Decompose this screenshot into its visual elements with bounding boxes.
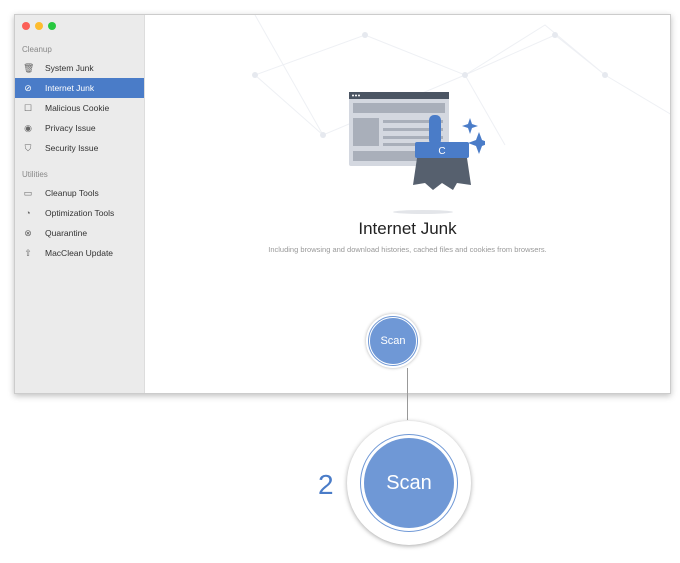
shield-icon: ⛉ (24, 142, 32, 153)
minimize-button[interactable] (35, 22, 43, 30)
close-button[interactable] (22, 22, 30, 30)
sidebar-item-malicious-cookie[interactable]: ☐ Malicious Cookie (15, 98, 144, 118)
sidebar-item-quarantine[interactable]: ⊗ Quarantine (15, 223, 144, 243)
zoom-button[interactable] (48, 22, 56, 30)
window-controls (22, 22, 56, 30)
sidebar-item-cleanup-tools[interactable]: ▭ Cleanup Tools (15, 183, 144, 203)
gauge-icon: ◔ (25, 208, 31, 218)
arrow-up-icon: ⇧ (24, 247, 32, 258)
cookie-jar-icon: ☐ (23, 102, 33, 113)
sidebar-item-security-issue[interactable]: ⛉ Security Issue (15, 138, 144, 158)
sidebar-item-macclean-update[interactable]: ⇧ MacClean Update (15, 243, 144, 263)
page-subtitle: Including browsing and download historie… (268, 245, 547, 254)
svg-text:C: C (438, 146, 445, 157)
scan-button[interactable]: Scan (366, 314, 420, 368)
page-title: Internet Junk (358, 219, 457, 238)
section-label-utilities: Utilities (22, 170, 48, 179)
internet-junk-illustration: C (349, 92, 485, 214)
callout-connector (407, 368, 408, 420)
trash-icon: 🗑 (23, 62, 35, 73)
sidebar-item-privacy-issue[interactable]: ◉ Privacy Issue (15, 118, 144, 138)
scan-button-callout[interactable]: Scan (347, 421, 471, 545)
app-window: Cleanup 🗑 System Junk ⊘ Internet Junk ☐ Mal… (14, 14, 671, 394)
compass-icon: ⊘ (24, 82, 32, 93)
biohazard-icon: ⊗ (24, 227, 32, 238)
eye-icon: ◉ (24, 122, 32, 133)
sidebar-item-system-junk[interactable]: 🗑 System Junk (15, 58, 144, 78)
sidebar: Cleanup 🗑 System Junk ⊘ Internet Junk ☐ Mal… (15, 15, 145, 393)
section-label-cleanup: Cleanup (22, 45, 52, 54)
sidebar-item-internet-junk[interactable]: ⊘ Internet Junk (15, 78, 144, 98)
step-number: 2 (318, 469, 334, 500)
toolbox-icon: ▭ (23, 187, 33, 198)
sidebar-item-optimization-tools[interactable]: ◔ Optimization Tools (15, 203, 144, 223)
